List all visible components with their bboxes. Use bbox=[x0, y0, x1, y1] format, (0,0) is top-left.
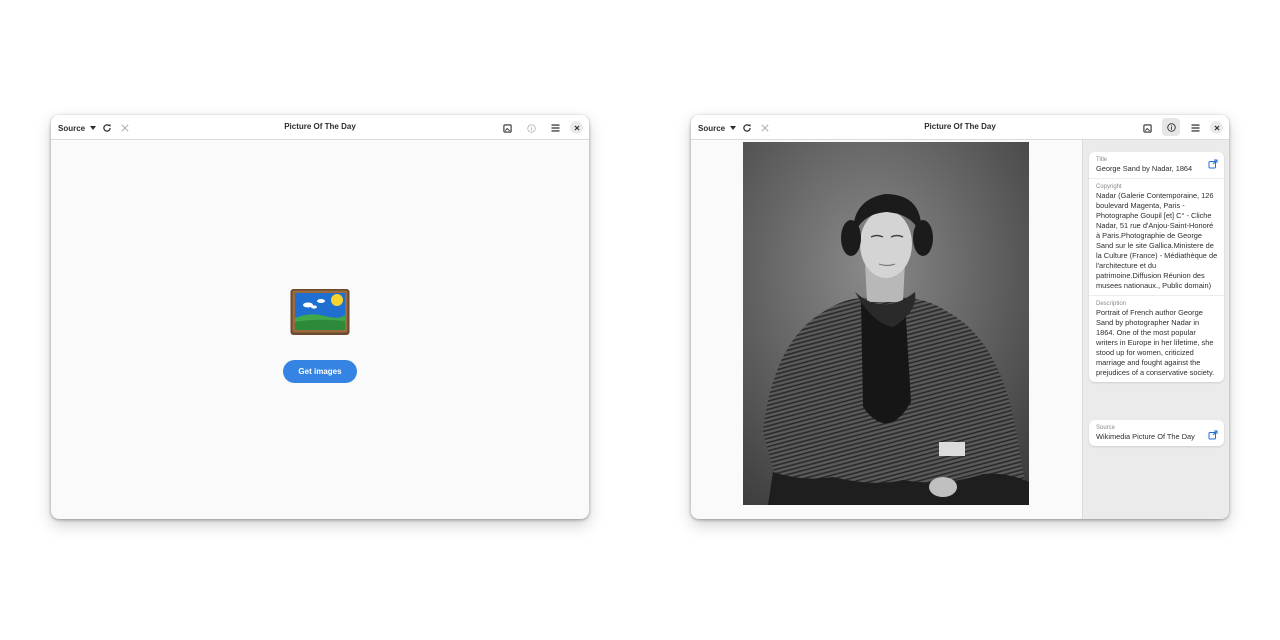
window-close-icon bbox=[574, 125, 579, 130]
title-value: George Sand by Nadar, 1864 bbox=[1096, 164, 1193, 173]
source-dropdown[interactable]: Source bbox=[698, 121, 737, 135]
set-wallpaper-button[interactable] bbox=[1140, 121, 1154, 135]
stop-button[interactable] bbox=[118, 121, 132, 135]
description-value: Portrait of French author George Sand by… bbox=[1096, 308, 1215, 377]
get-images-button[interactable]: Get images bbox=[283, 360, 357, 383]
source-dropdown-label: Source bbox=[58, 123, 86, 133]
info-button[interactable] bbox=[1162, 118, 1180, 136]
image-icon bbox=[502, 123, 512, 133]
source-card: Source Wikimedia Picture Of The Day bbox=[1089, 420, 1224, 446]
reload-button[interactable] bbox=[740, 121, 754, 135]
stop-button[interactable] bbox=[758, 121, 772, 135]
source-label: Source bbox=[1096, 425, 1116, 431]
headerbar: Source Picture Of The Day bbox=[691, 115, 1229, 140]
pan-down-icon bbox=[90, 126, 97, 130]
window-title: Picture Of The Day bbox=[284, 122, 356, 131]
picture-of-the-day-image bbox=[743, 142, 1029, 505]
info-button[interactable] bbox=[524, 121, 538, 135]
process-stop-icon bbox=[121, 124, 129, 132]
close-button[interactable] bbox=[1210, 121, 1223, 134]
process-stop-icon bbox=[761, 124, 769, 132]
external-link-icon[interactable] bbox=[1208, 430, 1218, 440]
reload-button[interactable] bbox=[100, 121, 114, 135]
open-menu-icon bbox=[1191, 124, 1199, 132]
set-wallpaper-button[interactable] bbox=[500, 121, 514, 135]
info-row-copyright: Copyright Nadar (Galerie Contemporaine, … bbox=[1089, 179, 1224, 296]
copyright-value: Nadar (Galerie Contemporaine, 126 boulev… bbox=[1096, 191, 1218, 290]
picture-frame-icon bbox=[290, 289, 350, 335]
view-refresh-icon bbox=[743, 124, 751, 132]
close-button[interactable] bbox=[570, 121, 583, 134]
source-value: Wikimedia Picture Of The Day bbox=[1096, 432, 1195, 441]
main-menu-button[interactable] bbox=[1188, 121, 1202, 135]
app-window-image: Source Picture Of The Day Title George S… bbox=[691, 115, 1229, 519]
title-label: Title bbox=[1096, 157, 1108, 163]
open-menu-icon bbox=[551, 124, 559, 132]
info-icon bbox=[526, 123, 536, 133]
pan-down-icon bbox=[730, 126, 737, 130]
info-row-description: Description Portrait of French author Ge… bbox=[1089, 296, 1224, 382]
headerbar: Source Picture Of The Day bbox=[51, 115, 589, 140]
info-sidebar: Title George Sand by Nadar, 1864 Copyrig… bbox=[1082, 140, 1229, 519]
source-dropdown[interactable]: Source bbox=[58, 121, 97, 135]
copyright-label: Copyright bbox=[1096, 184, 1122, 190]
info-icon bbox=[1166, 122, 1176, 132]
image-icon bbox=[1142, 123, 1152, 133]
info-row-title: Title George Sand by Nadar, 1864 bbox=[1089, 152, 1224, 179]
description-label: Description bbox=[1096, 301, 1127, 307]
window-close-icon bbox=[1214, 125, 1219, 130]
image-view bbox=[691, 140, 1082, 519]
info-row-source: Source Wikimedia Picture Of The Day bbox=[1089, 420, 1224, 446]
view-refresh-icon bbox=[103, 124, 111, 132]
main-menu-button[interactable] bbox=[548, 121, 562, 135]
app-window-empty: Source Picture Of The Day Get images bbox=[51, 115, 589, 519]
external-link-icon[interactable] bbox=[1208, 159, 1218, 169]
info-card: Title George Sand by Nadar, 1864 Copyrig… bbox=[1089, 152, 1224, 382]
source-dropdown-label: Source bbox=[698, 123, 726, 133]
window-title: Picture Of The Day bbox=[924, 122, 996, 131]
